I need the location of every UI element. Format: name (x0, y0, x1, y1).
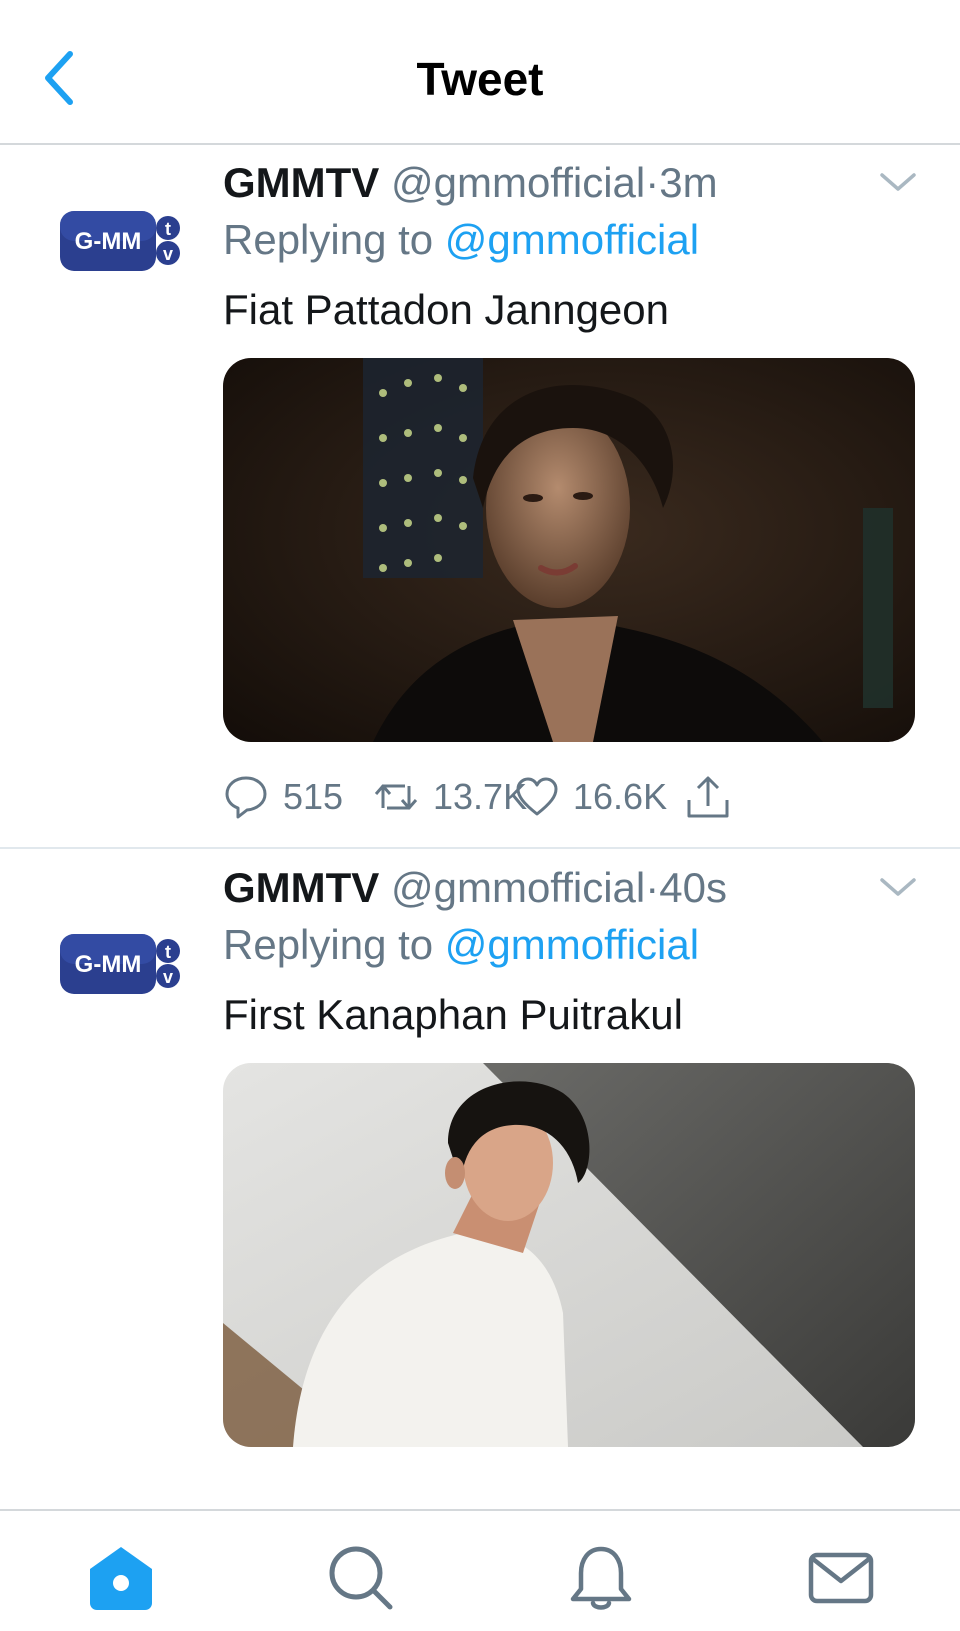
retweet-count: 13.7K (433, 776, 528, 817)
tweet-text: First Kanaphan Puitrakul (223, 991, 683, 1038)
svg-text:t: t (165, 219, 171, 239)
heart-icon (516, 777, 558, 816)
like-action[interactable]: 16.6K (515, 773, 667, 821)
svg-text:v: v (163, 244, 173, 264)
home-icon[interactable] (86, 1543, 156, 1613)
tweet[interactable]: G-MM t v GMMTV @gmmofficial·40s Replying… (0, 850, 960, 1508)
retweet-action[interactable]: 13.7K (373, 773, 527, 821)
author-name[interactable]: GMMTV (223, 864, 379, 911)
reply-action[interactable]: 515 (223, 773, 343, 821)
mention-link[interactable]: @gmmofficial (445, 921, 699, 968)
retweet-icon (374, 784, 418, 810)
messages-envelope-icon[interactable] (806, 1543, 876, 1613)
share-action[interactable] (685, 773, 731, 821)
share-icon (687, 776, 729, 818)
tweet-photo[interactable] (223, 1063, 915, 1447)
gmmtv-logo-avatar[interactable]: G-MM t v (58, 205, 186, 277)
svg-text:t: t (165, 942, 171, 962)
replying-to-label: Replying to (223, 921, 434, 968)
like-count: 16.6K (573, 776, 668, 817)
svg-text:v: v (163, 967, 173, 987)
separator-dot: · (645, 159, 660, 206)
reply-count: 515 (283, 776, 344, 817)
separator-dot: · (645, 864, 660, 911)
author-handle[interactable]: @gmmofficial (391, 159, 645, 206)
tweet-photo[interactable] (223, 358, 915, 742)
tweet[interactable]: G-MM t v GMMTV @gmmofficial·3m Replying … (0, 145, 960, 849)
avatar-logo-text: G-MM (75, 951, 142, 978)
tab-bar (0, 1509, 960, 1631)
replying-to: Replying to @gmmofficial (223, 920, 699, 970)
notifications-bell-icon[interactable] (566, 1543, 636, 1613)
gmmtv-logo-avatar[interactable]: G-MM t v (58, 928, 186, 1000)
tweet-timestamp: 3m (659, 159, 718, 206)
replying-to: Replying to @gmmofficial (223, 215, 699, 265)
avatar-logo-text: G-MM (75, 228, 142, 255)
replying-to-label: Replying to (223, 216, 434, 263)
search-icon[interactable] (326, 1543, 396, 1613)
reply-bubble-icon (225, 776, 267, 819)
page-title: Tweet (416, 53, 544, 105)
portrait-photo-light (223, 1063, 915, 1447)
nav-header: Tweet (0, 0, 960, 145)
chevron-down-icon[interactable] (878, 872, 918, 902)
tweet-meta: GMMTV @gmmofficial·3m (223, 158, 718, 208)
tweet-text: Fiat Pattadon Janngeon (223, 286, 670, 333)
author-handle[interactable]: @gmmofficial (391, 864, 645, 911)
tweet-timestamp: 40s (659, 864, 727, 911)
chevron-down-icon[interactable] (878, 167, 918, 197)
portrait-photo-dark (223, 358, 915, 742)
mention-link[interactable]: @gmmofficial (445, 216, 699, 263)
tweet-meta: GMMTV @gmmofficial·40s (223, 863, 727, 913)
author-name[interactable]: GMMTV (223, 159, 379, 206)
